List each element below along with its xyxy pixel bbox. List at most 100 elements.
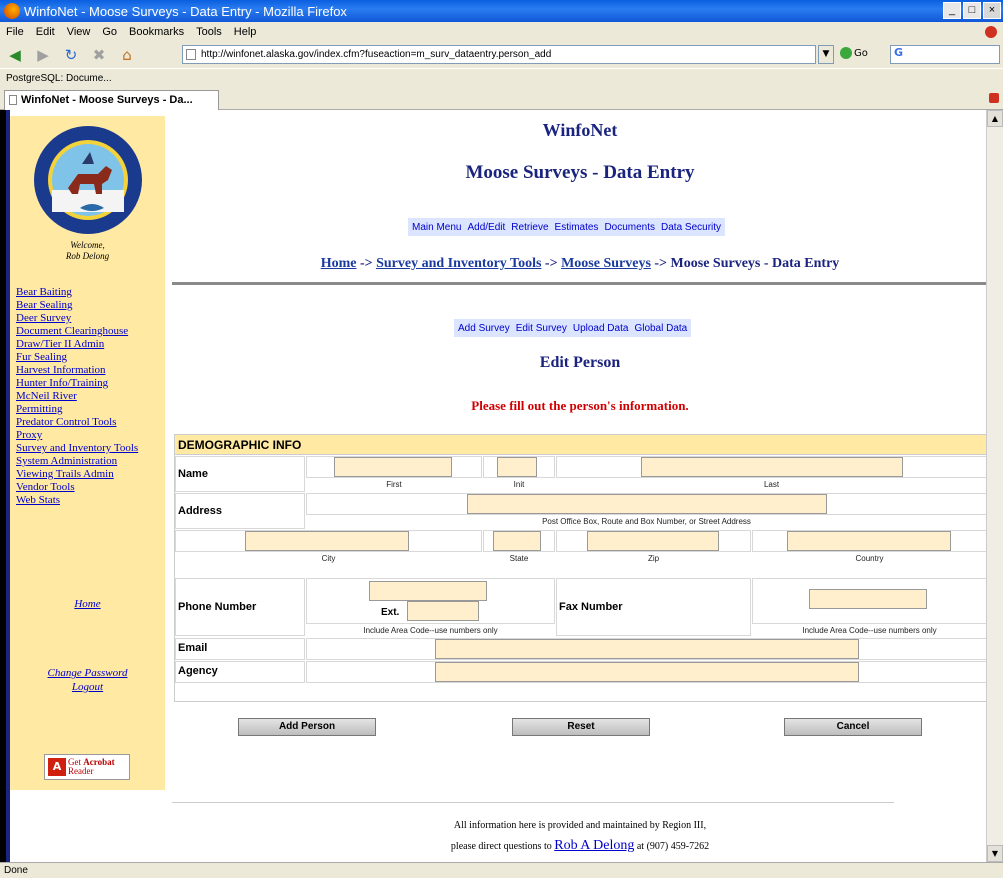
close-tab-icon[interactable] <box>989 93 999 103</box>
bookmark-postgresql[interactable]: PostgreSQL: Docume... <box>6 73 112 84</box>
menu-estimates[interactable]: Estimates <box>555 222 599 233</box>
change-password-link[interactable]: Change Password <box>10 666 165 680</box>
page-icon <box>186 49 196 60</box>
tab-winfonet[interactable]: WinfoNet - Moose Surveys - Da... <box>4 90 219 110</box>
back-icon[interactable]: ◀ <box>4 45 26 65</box>
sidebar-link-fur-sealing[interactable]: Fur Sealing <box>16 351 166 364</box>
extension-field[interactable] <box>407 601 479 621</box>
submenu-upload-data[interactable]: Upload Data <box>573 323 629 334</box>
sidebar-link-bear-sealing[interactable]: Bear Sealing <box>16 299 166 312</box>
city-field[interactable] <box>245 531 409 551</box>
menu-edit[interactable]: Edit <box>36 26 55 38</box>
sidebar: Welcome, Rob Delong Bear Baiting Bear Se… <box>10 116 165 790</box>
sidebar-home-link[interactable]: Home <box>10 598 165 610</box>
navigation-toolbar: ◀ ▶ ↻ ✖ ⌂ http://winfonet.alaska.gov/ind… <box>0 42 1003 68</box>
submenu-edit-survey[interactable]: Edit Survey <box>516 323 567 334</box>
zip-field[interactable] <box>587 531 719 551</box>
go-button[interactable]: Go <box>840 47 868 59</box>
sidebar-link-draw-tier-admin[interactable]: Draw/Tier II Admin <box>16 338 166 351</box>
main-menu: Main Menu Add/Edit Retrieve Estimates Do… <box>408 218 726 236</box>
submenu-add-survey[interactable]: Add Survey <box>458 323 510 334</box>
scroll-down-icon[interactable]: ▼ <box>987 845 1003 862</box>
zip-caption: Zip <box>647 554 660 563</box>
stop-icon[interactable]: ✖ <box>88 45 110 65</box>
initial-field[interactable] <box>497 457 537 477</box>
go-icon <box>840 47 852 59</box>
submenu-global-data[interactable]: Global Data <box>634 323 687 334</box>
tab-bar: WinfoNet - Moose Surveys - Da... <box>0 88 1003 110</box>
last-name-field[interactable] <box>641 457 903 477</box>
last-caption: Last <box>763 480 780 489</box>
sidebar-link-hunter-info[interactable]: Hunter Info/Training <box>16 377 166 390</box>
sidebar-link-permitting[interactable]: Permitting <box>16 403 166 416</box>
address-field[interactable] <box>467 494 827 514</box>
fax-field[interactable] <box>809 589 927 609</box>
tab-label: WinfoNet - Moose Surveys - Da... <box>21 94 193 106</box>
menu-go[interactable]: Go <box>102 26 117 38</box>
address-caption: Post Office Box, Route and Box Number, o… <box>542 517 751 526</box>
forward-icon[interactable]: ▶ <box>32 45 54 65</box>
menu-documents[interactable]: Documents <box>604 222 655 233</box>
cancel-button[interactable]: Cancel <box>784 718 922 736</box>
add-person-button[interactable]: Add Person <box>238 718 376 736</box>
vertical-scrollbar[interactable]: ▲ ▼ <box>986 110 1003 862</box>
address-text: http://winfonet.alaska.gov/index.cfm?fus… <box>201 49 552 60</box>
email-field[interactable] <box>435 639 859 659</box>
menu-help[interactable]: Help <box>234 26 257 38</box>
breadcrumb-separator: -> <box>359 256 373 271</box>
get-acrobat-reader-badge[interactable]: A Get Acrobat Reader <box>44 754 130 780</box>
contact-link[interactable]: Rob A Delong <box>554 838 634 853</box>
acrobat-badge-text: Get Acrobat Reader <box>68 757 115 776</box>
breadcrumb-home[interactable]: Home <box>321 256 357 271</box>
search-input[interactable]: G <box>890 45 1000 64</box>
state-field[interactable] <box>493 531 541 551</box>
form-message: Please fill out the person's information… <box>471 398 689 413</box>
sidebar-link-mcneil-river[interactable]: McNeil River <box>16 390 166 403</box>
country-field[interactable] <box>787 531 951 551</box>
reload-icon[interactable]: ↻ <box>60 45 82 65</box>
window-titlebar: WinfoNet - Moose Surveys - Data Entry - … <box>0 0 1003 22</box>
menu-retrieve[interactable]: Retrieve <box>511 222 548 233</box>
logout-link[interactable]: Logout <box>10 680 165 694</box>
menu-bookmarks[interactable]: Bookmarks <box>129 26 184 38</box>
phone-label: Phone Number <box>178 601 257 613</box>
menu-tools[interactable]: Tools <box>196 26 222 38</box>
agency-field[interactable] <box>435 662 859 682</box>
sidebar-link-proxy[interactable]: Proxy <box>16 429 166 442</box>
scroll-up-icon[interactable]: ▲ <box>987 110 1003 127</box>
address-bar[interactable]: http://winfonet.alaska.gov/index.cfm?fus… <box>182 45 816 64</box>
breadcrumb-survey-tools[interactable]: Survey and Inventory Tools <box>376 256 541 271</box>
minimize-button[interactable]: _ <box>943 2 961 19</box>
close-window-button[interactable]: × <box>983 2 1001 19</box>
sidebar-link-predator-control[interactable]: Predator Control Tools <box>16 416 166 429</box>
sidebar-link-harvest-information[interactable]: Harvest Information <box>16 364 166 377</box>
menu-file[interactable]: File <box>6 26 24 38</box>
menu-data-security[interactable]: Data Security <box>661 222 721 233</box>
window-title: WinfoNet - Moose Surveys - Data Entry - … <box>24 3 347 19</box>
sidebar-link-bear-baiting[interactable]: Bear Baiting <box>16 286 166 299</box>
sidebar-link-vendor-tools[interactable]: Vendor Tools <box>16 481 166 494</box>
breadcrumb-moose-surveys[interactable]: Moose Surveys <box>561 256 651 271</box>
menu-view[interactable]: View <box>67 26 91 38</box>
footer-phone: at (907) 459-7262 <box>636 841 710 852</box>
maximize-button[interactable]: □ <box>963 2 981 19</box>
city-caption: City <box>321 554 336 563</box>
address-label: Address <box>178 505 223 517</box>
sidebar-link-web-stats[interactable]: Web Stats <box>16 494 166 507</box>
sub-menu: Add Survey Edit Survey Upload Data Globa… <box>454 319 692 337</box>
sidebar-link-survey-inventory[interactable]: Survey and Inventory Tools <box>16 442 166 455</box>
first-name-field[interactable] <box>334 457 452 477</box>
home-icon[interactable]: ⌂ <box>116 45 138 65</box>
reset-button[interactable]: Reset <box>512 718 650 736</box>
sidebar-link-viewing-trails[interactable]: Viewing Trails Admin <box>16 468 166 481</box>
footer-line-1: All information here is provided and mai… <box>453 820 707 831</box>
menu-add-edit[interactable]: Add/Edit <box>467 222 505 233</box>
menu-main-menu[interactable]: Main Menu <box>412 222 461 233</box>
ext-label: Ext. <box>381 607 400 618</box>
phone-field[interactable] <box>369 581 487 601</box>
sidebar-link-deer-survey[interactable]: Deer Survey <box>16 312 166 325</box>
section-header: DEMOGRAPHIC INFO <box>175 435 987 455</box>
chevron-down-icon[interactable]: ▼ <box>818 45 834 64</box>
sidebar-link-system-admin[interactable]: System Administration <box>16 455 166 468</box>
sidebar-link-document-clearinghouse[interactable]: Document Clearinghouse <box>16 325 166 338</box>
